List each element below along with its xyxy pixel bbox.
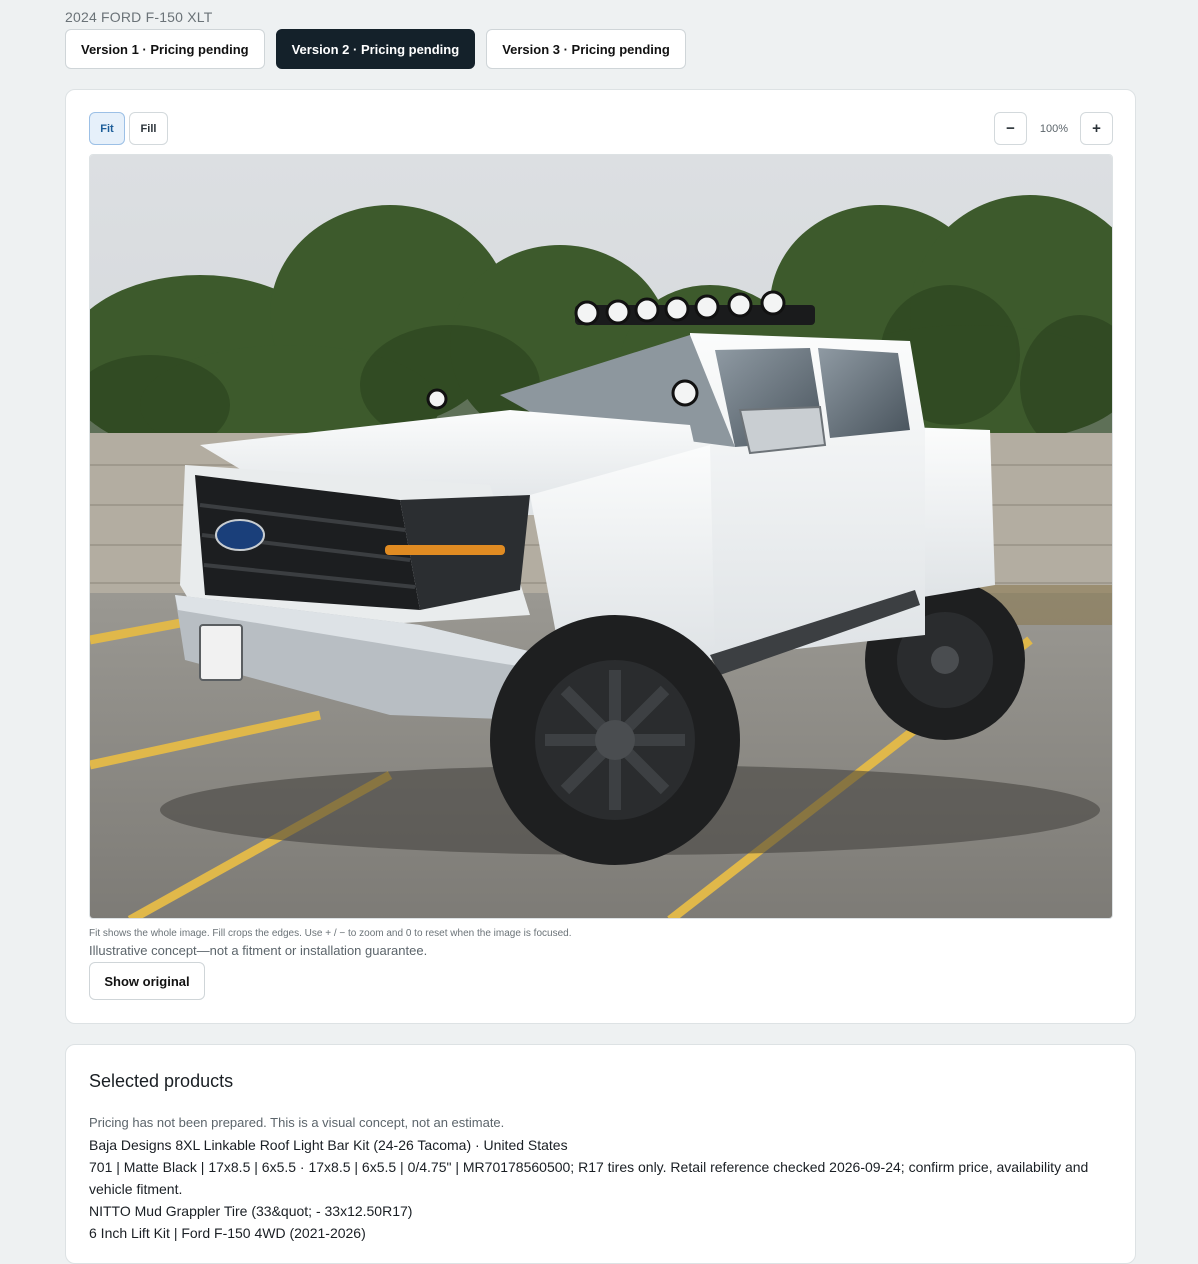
vehicle-title: 2024 FORD F-150 XLT xyxy=(65,9,213,25)
zoom-in-button[interactable]: + xyxy=(1080,112,1113,145)
concept-disclaimer: Illustrative concept—not a fitment or in… xyxy=(89,943,428,958)
fill-button[interactable]: Fill xyxy=(129,112,168,145)
zoom-level: 100% xyxy=(1039,122,1069,135)
tab-version-3[interactable]: Version 3 · Pricing pending xyxy=(486,29,686,69)
products-title: Selected products xyxy=(89,1071,234,1091)
product-list: Baja Designs 8XL Linkable Roof Light Bar… xyxy=(89,1134,1099,1244)
fit-button[interactable]: Fit xyxy=(89,112,125,145)
viewer-help-text: Fit shows the whole image. Fill crops th… xyxy=(89,928,572,939)
vehicle-concept-image[interactable] xyxy=(89,154,1113,919)
zoom-out-button[interactable]: − xyxy=(994,112,1027,145)
tab-version-1[interactable]: Version 1 · Pricing pending xyxy=(65,29,265,69)
product-line: NITTO Mud Grappler Tire (33&quot; - 33x1… xyxy=(89,1203,413,1219)
version-tabs: Version 1 · Pricing pending Version 2 · … xyxy=(65,29,686,69)
plus-icon: + xyxy=(1092,120,1101,137)
image-viewer-card: Fit Fill − 100% + Fit shows the whole im… xyxy=(65,89,1136,1024)
pricing-note: Pricing has not been prepared. This is a… xyxy=(89,1115,505,1130)
tab-version-2[interactable]: Version 2 · Pricing pending xyxy=(275,29,476,69)
product-line: Baja Designs 8XL Linkable Roof Light Bar… xyxy=(89,1137,568,1153)
minus-icon: − xyxy=(1006,120,1015,137)
show-original-button[interactable]: Show original xyxy=(89,962,205,1000)
selected-products-card: Selected products Pricing has not been p… xyxy=(65,1044,1136,1264)
truck-render-illustration xyxy=(90,155,1112,918)
product-line: 701 | Matte Black | 17x8.5 | 6x5.5 · 17x… xyxy=(89,1159,1089,1197)
product-line: 6 Inch Lift Kit | Ford F-150 4WD (2021-2… xyxy=(89,1225,366,1241)
